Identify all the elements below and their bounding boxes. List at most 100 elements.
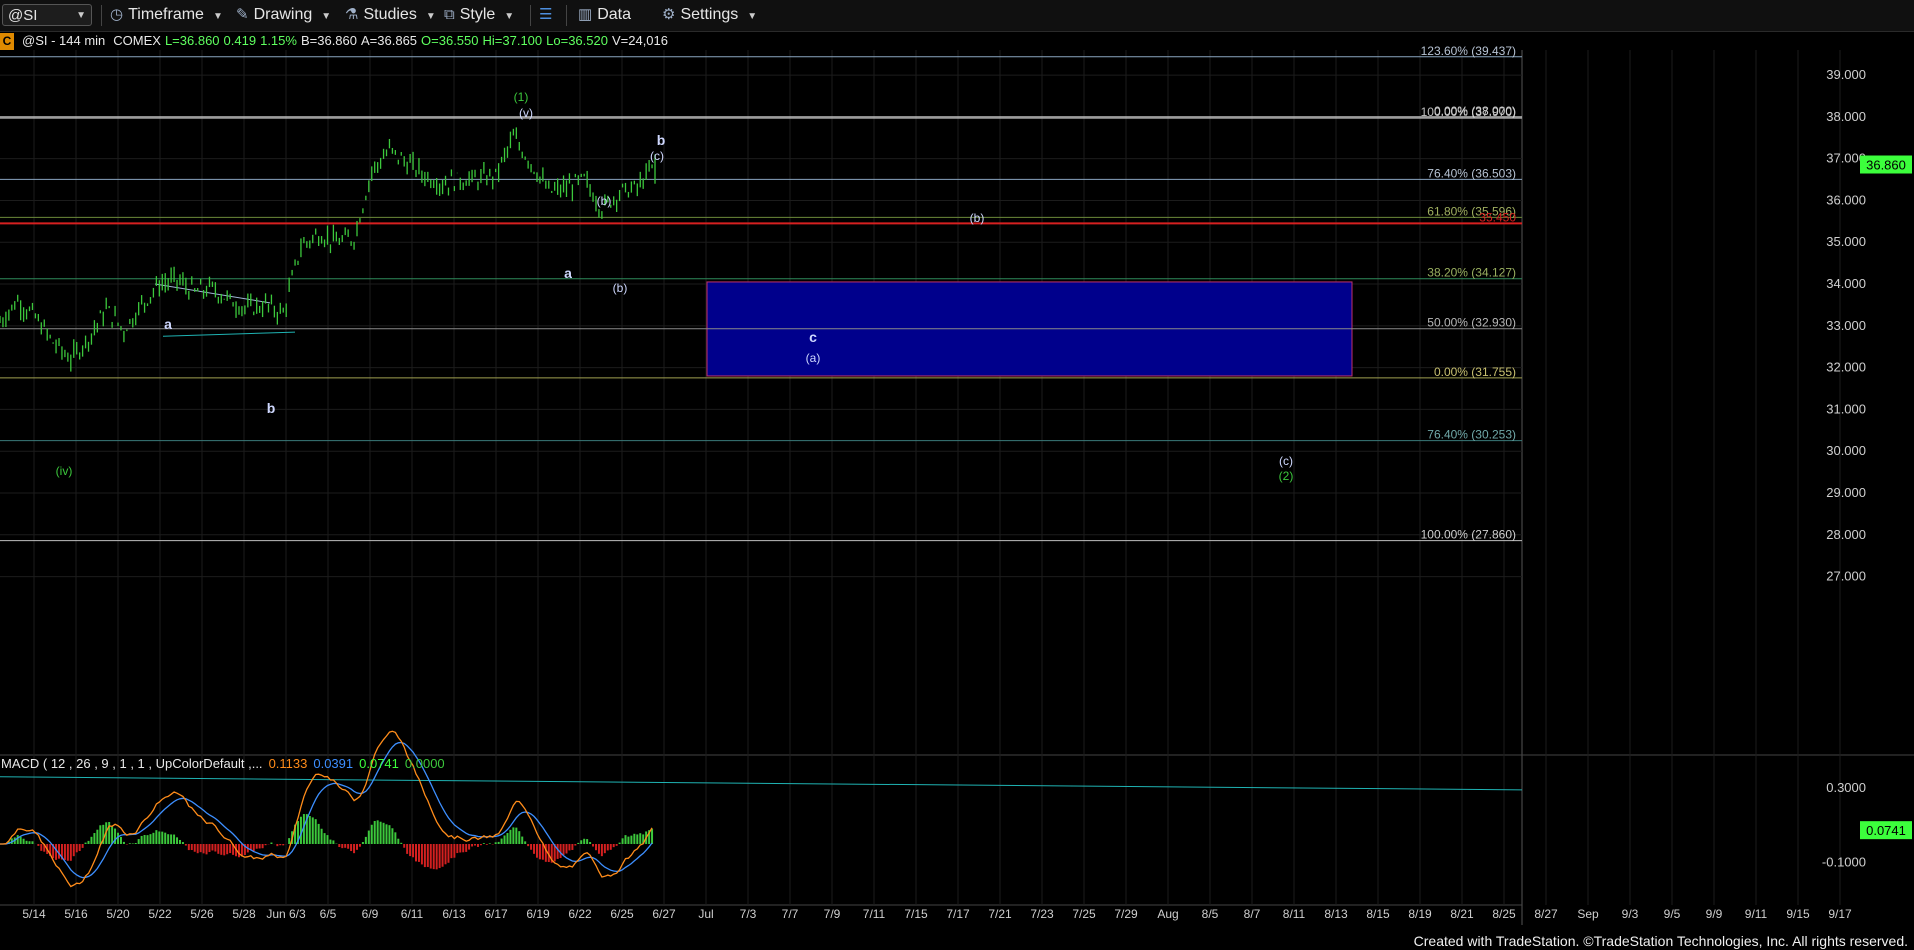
ask: A=36.865 — [361, 33, 418, 48]
macd-last-label: 0.0741 — [1866, 823, 1906, 838]
time-tick-label: 6/17 — [484, 907, 508, 921]
data-label: Data — [597, 6, 631, 23]
time-tick-label: 9/15 — [1786, 907, 1810, 921]
style-button[interactable]: ⧉ Style ▼ — [444, 4, 514, 26]
price-axis: 39.00038.00037.00036.00035.00034.00033.0… — [1826, 67, 1912, 584]
price-tick-label: 35.000 — [1826, 234, 1866, 249]
wave-label: (2) — [1279, 469, 1294, 483]
chart-grid — [0, 50, 1914, 925]
exchange: COMEX — [113, 33, 161, 48]
style-label: Style — [459, 6, 496, 23]
price-tick-label: 34.000 — [1826, 276, 1866, 291]
caret-down-icon: ▼ — [747, 11, 758, 22]
time-tick-label: 5/26 — [190, 907, 214, 921]
time-tick-label: 5/14 — [22, 907, 46, 921]
studies-label: Studies — [363, 6, 417, 23]
price-chart[interactable]: 123.60% (39.437)100.00% (37.970)0.00% (3… — [0, 0, 1914, 950]
style-icon: ⧉ — [444, 6, 455, 23]
chevron-down-icon[interactable]: ▼ — [76, 5, 86, 27]
wave-label: (a) — [806, 351, 821, 365]
time-tick-label: 7/29 — [1114, 907, 1138, 921]
bar-chart-icon: ▥ — [578, 6, 593, 23]
price-tick-label: 29.000 — [1826, 485, 1866, 500]
caret-down-icon: ▼ — [212, 11, 223, 22]
drawing-button[interactable]: ✎ Drawing ▼ — [236, 4, 331, 26]
wave-label: (b) — [613, 281, 628, 295]
wave-label: (v) — [519, 106, 533, 120]
price-tick-label: 30.000 — [1826, 443, 1866, 458]
studies-button[interactable]: ⚗ Studies ▼ — [345, 4, 436, 26]
symbol-value: @SI — [8, 7, 38, 24]
time-tick-label: 8/11 — [1283, 907, 1306, 921]
toolbar-divider — [566, 5, 567, 26]
time-tick-label: 6/5 — [320, 907, 337, 921]
time-tick-label: 8/13 — [1324, 907, 1348, 921]
time-tick-label: 8/19 — [1408, 907, 1432, 921]
time-tick-label: 8/7 — [1244, 907, 1261, 921]
time-tick-label: 5/16 — [64, 907, 88, 921]
price-tick-label: 38.000 — [1826, 109, 1866, 124]
time-tick-label: Aug — [1157, 907, 1178, 921]
macd-tick-label: -0.1000 — [1822, 855, 1866, 870]
fib-level-label: 0.00% (31.755) — [1434, 365, 1516, 379]
price-tick-label: 33.000 — [1826, 318, 1866, 333]
time-tick-label: 7/3 — [740, 907, 757, 921]
fib-level-label: 35.450 — [1479, 210, 1516, 224]
time-tick-label: Jun 6/3 — [266, 907, 306, 921]
wave-label: (c) — [1279, 454, 1293, 468]
time-tick-label: 6/9 — [362, 907, 379, 921]
symbol-header: C @SI - 144 min COMEX L=36.860 0.419 1.15% B=3… — [0, 32, 672, 50]
caret-down-icon: ▼ — [425, 11, 436, 22]
time-tick-label: 9/5 — [1664, 907, 1681, 921]
time-tick-label: 8/5 — [1202, 907, 1219, 921]
net-change: 0.419 — [223, 33, 257, 48]
fib-level-label: 38.20% (34.127) — [1427, 266, 1516, 280]
data-button[interactable]: ▥ Data — [578, 4, 631, 26]
symbol-info: @SI - 144 min — [22, 33, 106, 48]
settings-button[interactable]: ⚙ Settings ▼ — [662, 4, 757, 26]
wave-label: a — [164, 316, 172, 332]
pencil-icon: ✎ — [236, 6, 249, 23]
symbol-input[interactable]: @SI ▼ — [2, 4, 92, 26]
time-tick-label: 9/9 — [1706, 907, 1723, 921]
bid: B=36.860 — [300, 33, 357, 48]
price-tick-label: 27.000 — [1826, 569, 1866, 584]
macd-tick-label: 0.3000 — [1826, 780, 1866, 795]
gear-icon: ⚙ — [662, 6, 676, 23]
time-tick-label: 7/11 — [863, 907, 886, 921]
wave-label: (iv) — [56, 464, 73, 478]
wave-label: a — [564, 265, 572, 281]
continuous-badge: C — [0, 33, 14, 50]
time-tick-label: 5/28 — [232, 907, 256, 921]
open: O=36.550 — [421, 33, 479, 48]
time-tick-label: 6/13 — [442, 907, 466, 921]
layout-icon[interactable]: ☰ — [539, 4, 557, 26]
time-tick-label: 6/11 — [401, 907, 424, 921]
wave-label: (b) — [970, 211, 985, 225]
signal-value: 0.0391 — [313, 756, 354, 771]
price-tick-label: 36.000 — [1826, 192, 1866, 207]
time-tick-label: 6/19 — [526, 907, 550, 921]
timeframe-button[interactable]: ◷ Timeframe ▼ — [110, 4, 223, 26]
zero-value: 0.0000 — [404, 756, 445, 771]
time-tick-label: 7/21 — [988, 907, 1012, 921]
time-tick-label: 8/27 — [1534, 907, 1558, 921]
fib-level-label: 123.60% (39.437) — [1421, 44, 1516, 58]
wave-label: (1) — [514, 90, 529, 104]
time-tick-label: 7/9 — [824, 907, 841, 921]
time-tick-label: Jul — [698, 907, 713, 921]
fib-level-label: 50.00% (32.930) — [1427, 316, 1516, 330]
time-tick-label: 6/22 — [568, 907, 592, 921]
macd-label: MACD ( 12 , 26 , 9 , 1 , 1 , UpColorDefa… — [1, 756, 263, 771]
time-tick-label: 7/23 — [1030, 907, 1054, 921]
time-tick-label: 7/25 — [1072, 907, 1096, 921]
time-tick-label: 7/7 — [782, 907, 799, 921]
time-tick-label: Sep — [1577, 907, 1599, 921]
low: Lo=36.520 — [546, 33, 608, 48]
clock-icon: ◷ — [110, 6, 124, 23]
histogram-value: 0.0741 — [359, 756, 399, 771]
toolbar-divider — [530, 5, 531, 26]
toolbar-divider — [101, 5, 102, 26]
fib-level-label: 76.40% (30.253) — [1427, 428, 1516, 442]
time-tick-label: 7/17 — [946, 907, 970, 921]
